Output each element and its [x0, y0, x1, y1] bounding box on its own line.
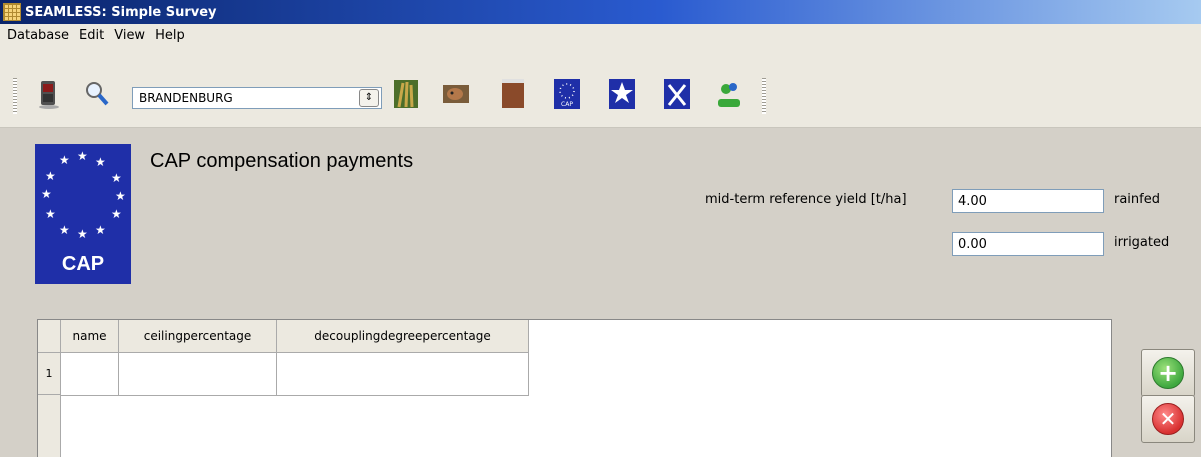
cap-logo: ★ ★ ★ ★ ★ ★ ★ ★ ★ ★ ★ ★ CAP — [35, 144, 131, 284]
cap-icon[interactable]: CAP — [554, 79, 580, 109]
column-header-name[interactable]: name — [61, 320, 119, 352]
reference-yield-label: mid-term reference yield [t/ha] — [705, 192, 907, 207]
svg-text:CAP: CAP — [561, 101, 573, 108]
payments-table: name ceilingpercentage decouplingdegreep… — [37, 319, 1112, 457]
toolbar-grip[interactable] — [13, 78, 17, 114]
cell-ceilingpercentage[interactable] — [119, 353, 277, 396]
table-corner — [38, 320, 61, 352]
row-header-gutter — [38, 395, 61, 457]
soil-icon[interactable] — [500, 79, 526, 109]
rainfed-label: rainfed — [1114, 192, 1160, 207]
row-number[interactable]: 1 — [38, 353, 61, 395]
region-select-value: BRANDENBURG — [139, 91, 233, 105]
toolbar: BRANDENBURG ⇕ CAP — [0, 46, 1201, 128]
remove-row-button[interactable]: ✕ — [1141, 395, 1195, 443]
menu-edit[interactable]: Edit — [74, 28, 109, 43]
title-bar: SEAMLESS: Simple Survey — [0, 0, 1201, 24]
menu-view[interactable]: View — [109, 28, 150, 43]
toolbar-grip-end[interactable] — [762, 78, 766, 114]
column-header-ceilingpercentage[interactable]: ceilingpercentage — [119, 320, 277, 352]
search-icon[interactable] — [84, 79, 110, 109]
table-header: name ceilingpercentage decouplingdegreep… — [38, 320, 529, 353]
cow-icon[interactable] — [443, 79, 469, 109]
column-header-decouplingdegreepercentage[interactable]: decouplingdegreepercentage — [277, 320, 529, 352]
page-title: CAP compensation payments — [150, 150, 414, 172]
rainfed-yield-field[interactable] — [952, 189, 1104, 213]
irrigated-label: irrigated — [1114, 235, 1170, 250]
menu-bar: Database Edit View Help — [0, 24, 1201, 46]
natura-icon[interactable] — [609, 79, 635, 109]
select-arrow-icon[interactable]: ⇕ — [359, 89, 379, 107]
menu-database[interactable]: Database — [2, 28, 74, 43]
cell-decouplingdegreepercentage[interactable] — [277, 353, 529, 396]
menu-help[interactable]: Help — [150, 28, 190, 43]
add-row-button[interactable]: + — [1141, 349, 1195, 397]
crop-icon[interactable] — [393, 79, 419, 109]
window-title: SEAMLESS: Simple Survey — [25, 4, 217, 20]
remove-icon: ✕ — [1152, 403, 1184, 435]
app-icon — [3, 3, 21, 21]
people-icon[interactable] — [716, 79, 742, 109]
phone-icon[interactable] — [36, 79, 62, 109]
eu-policy-icon[interactable] — [664, 79, 690, 109]
cell-name[interactable] — [61, 353, 119, 396]
irrigated-yield-field[interactable] — [952, 232, 1104, 256]
cap-logo-text: CAP — [61, 253, 105, 275]
add-icon: + — [1152, 357, 1184, 389]
region-select[interactable]: BRANDENBURG ⇕ — [132, 87, 382, 109]
